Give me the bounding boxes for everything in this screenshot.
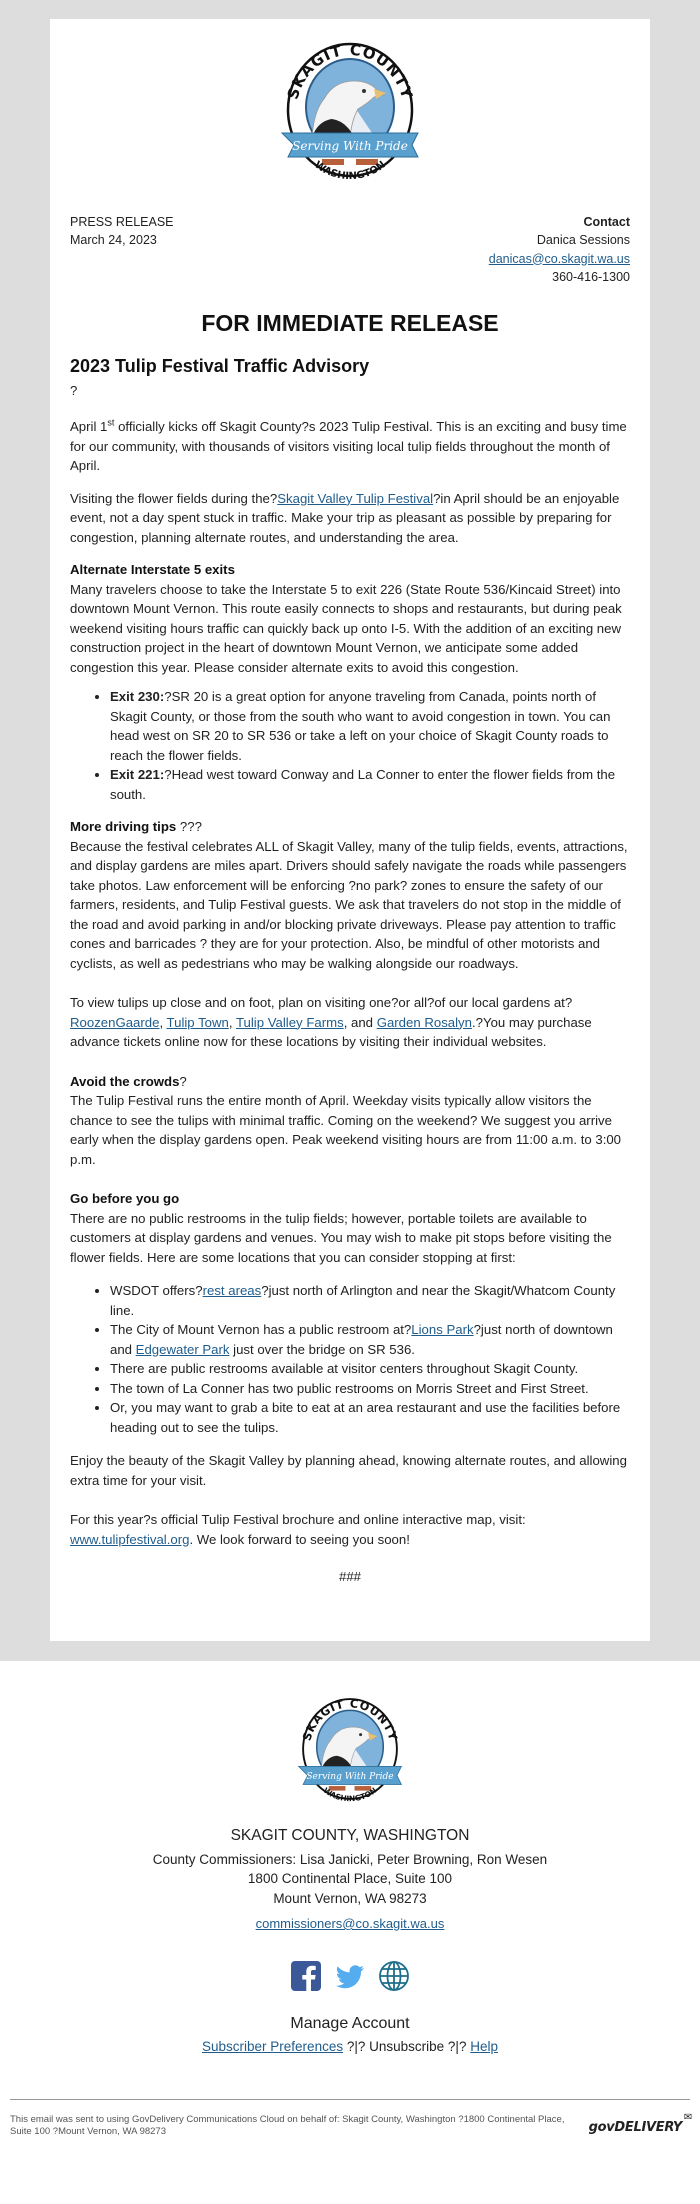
exit-item: Exit 221:?Head west toward Conway and La… [110,765,630,804]
intro-text-cont: officially kicks off Skagit County?s 202… [70,419,627,473]
brochure-paragraph: For this year?s official Tulip Festival … [70,1510,630,1549]
driving-tips-section: More driving tips ??? Because the festiv… [70,817,630,973]
alt-exits-section: Alternate Interstate 5 exits Many travel… [70,560,630,804]
brochure-text: For this year?s official Tulip Festival … [70,1512,526,1527]
separator: , [228,1014,236,1030]
footer-logo: Serving With Pride SKAGIT COUNTY WASHING… [0,1693,700,1811]
edgewater-park-link[interactable]: Edgewater Park [136,1342,230,1357]
visiting-paragraph: Visiting the flower fields during the?Sk… [70,489,630,548]
gardens-text: To view tulips up close and on foot, pla… [70,995,573,1010]
release-type: PRESS RELEASE [70,214,174,229]
exit-label: Exit 230: [110,689,165,704]
svg-text:Serving With Pride: Serving With Pride [292,139,408,153]
exit-text: ?SR 20 is a great option for anyone trav… [110,689,611,763]
driving-tips-heading: More driving tips [70,819,177,834]
separator: , and [343,1014,377,1030]
alt-exits-heading: Alternate Interstate 5 exits [70,562,235,577]
press-release-card: Serving With Pride SKAGIT COUNTY WASHING… [50,19,650,1641]
crowds-body: The Tulip Festival runs the entire month… [70,1093,622,1167]
svg-text:Serving With Pride: Serving With Pride [306,1772,393,1782]
item-text: WSDOT offers? [110,1283,203,1298]
subscription-links: Subscriber Preferences ?|? Unsubscribe ?… [0,2037,700,2057]
govdelivery-logo[interactable]: govDELIVERY ✉ [588,2112,693,2138]
header-logo: Serving With Pride SKAGIT COUNTY WASHING… [70,41,630,185]
restrooms-heading: Go before you go [70,1191,180,1206]
separator: ?|? [444,2039,471,2054]
release-meta: PRESS RELEASE March 24, 2023 [70,213,174,287]
alt-exits-body: Many travelers choose to take the Inters… [70,581,622,675]
crowds-heading-row: Avoid the crowds? [70,1072,630,1092]
separator: ?|? [343,2039,370,2054]
exit-label: Exit 221: [110,767,165,782]
driving-tips-body: Because the festival celebrates ALL of S… [70,838,628,971]
restroom-item: The town of La Conner has two public res… [110,1379,630,1399]
contact-block: Contact Danica Sessions danicas@co.skagi… [489,213,630,287]
subscriber-preferences-link[interactable]: Subscriber Preferences [202,2039,343,2054]
release-header: PRESS RELEASE March 24, 2023 Contact Dan… [70,213,630,287]
unsubscribe-link[interactable]: Unsubscribe [369,2039,444,2054]
intro-paragraph: April 1st officially kicks off Skagit Co… [70,417,630,476]
facebook-icon[interactable] [290,1960,322,1992]
restroom-list: WSDOT offers?rest areas?just north of Ar… [70,1281,630,1437]
footer-address-line2: Mount Vernon, WA 98273 [273,1890,427,1906]
contact-name: Danica Sessions [536,233,630,247]
restrooms-body: There are no public restrooms in the tul… [70,1210,612,1265]
tulip-valley-farms-link[interactable]: Tulip Valley Farms [236,1015,344,1030]
contact-email-link[interactable]: danicas@co.skagit.wa.us [489,252,630,266]
visiting-text: Visiting the flower fields during the? [70,490,278,506]
stray-character: ? [70,382,78,398]
restroom-item: The City of Mount Vernon has a public re… [110,1320,630,1359]
delivery-disclaimer: This email was sent to using GovDelivery… [10,2113,565,2137]
separator: , [159,1014,167,1030]
heading-suffix: ??? [176,819,202,834]
skagit-county-seal-icon: Serving With Pride SKAGIT COUNTY WASHING… [297,1696,403,1803]
contact-phone: 360-416-1300 [552,270,630,284]
exit-text: ?Head west toward Conway and La Conner t… [110,767,616,802]
closing-paragraph: Enjoy the beauty of the Skagit Valley by… [70,1453,627,1488]
tulipfestival-link[interactable]: www.tulipfestival.org [70,1532,189,1547]
release-date: March 24, 2023 [70,233,157,247]
exit-item: Exit 230:?SR 20 is a great option for an… [110,687,630,765]
exit-list: Exit 230:?SR 20 is a great option for an… [70,687,630,804]
item-text: just over the bridge on SR 536. [229,1341,415,1357]
skagit-county-seal-icon: Serving With Pride SKAGIT COUNTY WASHING… [280,41,419,179]
email-footer: Serving With Pride SKAGIT COUNTY WASHING… [0,1661,700,2144]
intro-text: April 1 [70,419,108,434]
globe-icon[interactable] [378,1960,410,1992]
driving-tips-heading-row: More driving tips ??? [70,817,630,837]
tulip-festival-link[interactable]: Skagit Valley Tulip Festival [277,491,433,506]
restroom-item: There are public restrooms available at … [110,1359,630,1379]
email-outer-frame: Serving With Pride SKAGIT COUNTY WASHING… [0,0,700,1661]
help-link[interactable]: Help [470,2039,498,2054]
rest-areas-link[interactable]: rest areas [203,1283,262,1298]
envelope-icon: ✉ [683,2112,692,2123]
footer-commissioners: County Commissioners: Lisa Janicki, Pete… [152,1851,548,1867]
restrooms-section: Go before you go There are no public res… [70,1189,630,1437]
brochure-text-cont: . We look forward to seeing you soon! [189,1531,410,1547]
commissioners-email-link[interactable]: commissioners@co.skagit.wa.us [256,1916,445,1931]
end-mark: ### [338,1569,361,1584]
roozengaarde-link[interactable]: RoozenGaarde [70,1015,159,1030]
restroom-item: Or, you may want to grab a bite to eat a… [110,1398,630,1437]
restroom-item: WSDOT offers?rest areas?just north of Ar… [110,1281,630,1320]
garden-rosalyn-link[interactable]: Garden Rosalyn [377,1015,472,1030]
manage-account-heading: Manage Account [290,2014,410,2032]
contact-label: Contact [583,214,630,229]
tulip-town-link[interactable]: Tulip Town [167,1015,229,1030]
heading-suffix: ? [179,1073,187,1089]
social-links [0,1960,700,1992]
footer-org-name: SKAGIT COUNTY, WASHINGTON [230,1827,470,1844]
govdelivery-wordmark: govDELIVERY [588,2120,683,2135]
gardens-paragraph: To view tulips up close and on foot, pla… [70,993,630,1052]
immediate-release-heading: FOR IMMEDIATE RELEASE [201,309,499,336]
footer-address-line1: 1800 Continental Place, Suite 100 [247,1871,453,1886]
item-text: The City of Mount Vernon has a public re… [110,1322,412,1337]
crowds-heading: Avoid the crowds [70,1073,180,1089]
crowds-section: Avoid the crowds? The Tulip Festival run… [70,1072,630,1170]
lions-park-link[interactable]: Lions Park [411,1322,473,1337]
article-title: 2023 Tulip Festival Traffic Advisory [70,355,370,376]
twitter-icon[interactable] [334,1960,366,1992]
footer-bottom: This email was sent to using GovDelivery… [0,2100,700,2144]
